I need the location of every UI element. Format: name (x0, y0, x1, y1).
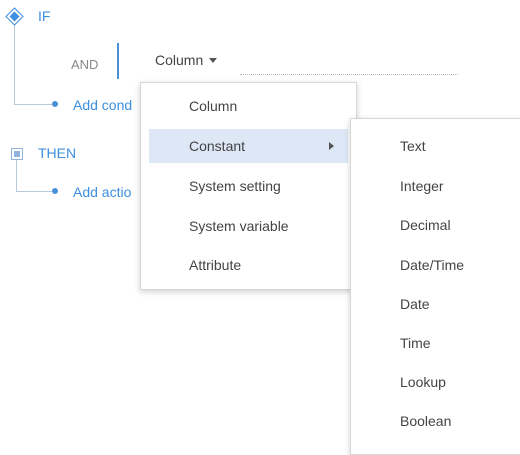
diamond-icon (5, 7, 24, 26)
submenu-item-label: Integer (400, 178, 444, 194)
submenu-item-label: Date/Time (400, 257, 465, 273)
submenu-item-label: Text (400, 138, 426, 154)
menu-item-label: Column (189, 98, 238, 114)
menu-item-label: Attribute (189, 257, 242, 273)
menu-item-system-variable[interactable]: System variable (141, 209, 356, 243)
menu-item-column[interactable]: Column (141, 89, 356, 123)
menu-item-label: System variable (189, 218, 289, 234)
submenu-item-label: Decimal (400, 217, 451, 233)
and-group-bar (117, 43, 119, 79)
menu-item-constant[interactable]: Constant (149, 129, 348, 163)
column-dropdown-label: Column (155, 52, 204, 68)
tree-line-then (16, 160, 17, 192)
submenu-item-label: Boolean (400, 413, 452, 429)
submenu-item-decimal[interactable]: Decimal (351, 208, 520, 242)
tree-line-add-action (16, 191, 54, 192)
submenu-item-integer[interactable]: Integer (351, 169, 520, 203)
submenu-item-date[interactable]: Date (351, 287, 520, 321)
column-dropdown-trigger[interactable]: Column (155, 52, 218, 68)
menu-item-label: Constant (189, 138, 246, 154)
submenu-item-text[interactable]: Text (351, 129, 520, 163)
submenu-item-boolean[interactable]: Boolean (351, 404, 520, 438)
and-label[interactable]: AND (71, 57, 98, 72)
add-action-dot (52, 188, 58, 194)
tree-line-add-condition (14, 104, 54, 105)
constant-type-submenu: Text Integer Decimal Date/Time Date Time… (350, 118, 520, 455)
tree-line-if (14, 22, 15, 104)
if-label: IF (38, 8, 51, 24)
caret-down-icon (209, 58, 218, 63)
add-condition-link[interactable]: Add cond (73, 97, 132, 113)
submenu-item-label: Date (400, 296, 430, 312)
submenu-item-time[interactable]: Time (351, 326, 520, 360)
submenu-item-date-time[interactable]: Date/Time (351, 248, 520, 282)
chevron-right-icon (329, 142, 334, 150)
submenu-item-label: Time (400, 335, 431, 351)
menu-item-label: System setting (189, 178, 281, 194)
submenu-item-label: Lookup (400, 374, 446, 390)
source-type-menu: Column Constant System setting System va… (140, 82, 357, 290)
submenu-item-lookup[interactable]: Lookup (351, 365, 520, 399)
then-label: THEN (38, 145, 77, 161)
value-placeholder-line[interactable] (240, 74, 458, 75)
menu-item-attribute[interactable]: Attribute (141, 248, 356, 282)
add-condition-dot (52, 101, 58, 107)
menu-item-system-setting[interactable]: System setting (141, 169, 356, 203)
add-action-link[interactable]: Add actio (73, 184, 131, 200)
square-icon (11, 148, 23, 160)
